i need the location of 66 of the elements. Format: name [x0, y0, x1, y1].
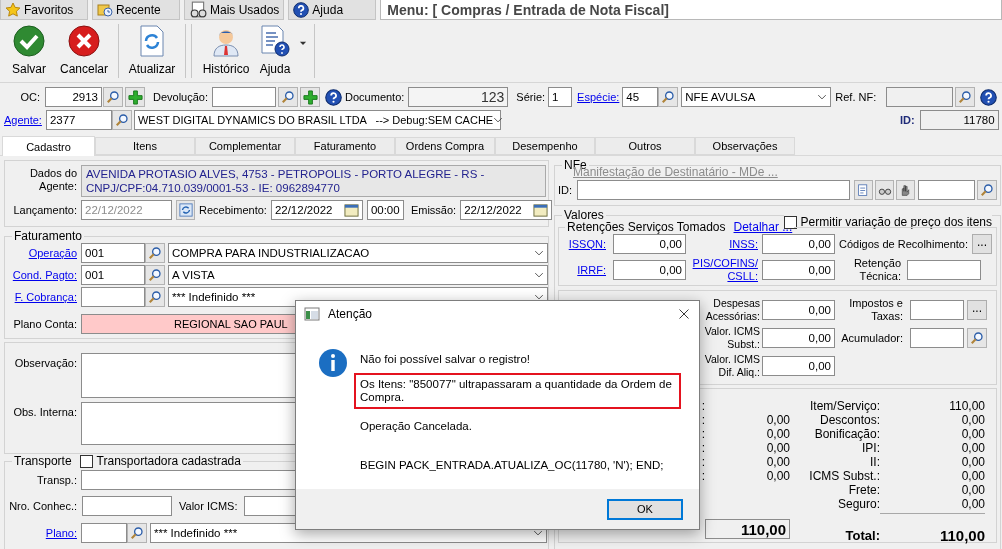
total-label: II: — [870, 455, 880, 469]
total-value: 0,00 — [766, 469, 790, 483]
field-label: Impostos e Taxas: — [848, 297, 903, 323]
field-label: Despesas Acessórias: — [704, 297, 760, 323]
total-value: 0,00 — [766, 441, 790, 455]
total-label: Total: — [845, 527, 880, 543]
field-label: Devolução: — [153, 90, 209, 104]
address-text: CNPJ/CPF:04.710.039/0001-53 - IE: 0962894770 — [86, 181, 341, 195]
field-label: Valor. ICMS Dif. Aliq.: — [703, 353, 760, 379]
total-label: : — [701, 427, 705, 441]
total-value: 0,00 — [961, 497, 985, 511]
total-label: IPI: — [862, 441, 880, 455]
total-label: Descontos: — [819, 413, 880, 427]
field-label: Códigos de Recolhimento: — [839, 237, 969, 251]
dialog-message: Os Itens: "850077" ultrapassaram a quantidade da Ordem de Compra. — [354, 373, 681, 409]
dialog-title: Atenção — [328, 307, 374, 321]
dialog-message: Não foi possível salvar o registro! — [359, 352, 532, 367]
field-label: ID: — [558, 183, 574, 197]
field-label: Ref. NF: — [835, 90, 877, 104]
total-label: : — [701, 441, 705, 455]
total-value: 110,00 — [949, 399, 985, 413]
address-text: AVENIDA PROTASIO ALVES, 4753 - PETROPOLIS - PORTO ALEGRE - RS - — [86, 167, 486, 181]
menu-title: Menu: [ Compras / Entrada de Nota Fiscal] — [380, 0, 1002, 20]
dialog-message: Operação Cancelada. — [359, 419, 473, 434]
total-value: 110,00 — [939, 526, 985, 544]
field-label: Obs. Interna: — [12, 406, 77, 419]
total-value: 0,00 — [766, 427, 790, 441]
field-label: Nro. Conhec.: — [8, 499, 77, 513]
field-label: Documento: — [345, 90, 405, 104]
total-label: ICMS Subst.: — [809, 469, 880, 483]
group-title: Faturamento — [14, 229, 83, 243]
total-value: 0,00 — [961, 413, 985, 427]
field-label: Valor ICMS: — [179, 499, 238, 513]
total-label: Seguro: — [837, 497, 880, 511]
field-label: Série: — [516, 90, 546, 104]
total-value: 0,00 — [961, 441, 985, 455]
field-label: Valor. ICMS Subst.: — [703, 325, 760, 351]
field-label: Plano Conta: — [12, 317, 77, 331]
group-title: Valores — [564, 208, 604, 222]
field-label: Retenção Técnica: — [852, 257, 901, 283]
field-label: Transp.: — [36, 473, 77, 487]
total-value: 0,00 — [961, 455, 985, 469]
total-label: Frete: — [848, 483, 880, 497]
group-title: Transporte — [14, 454, 72, 468]
total-label: : — [701, 399, 705, 413]
group-title: Retenções Serviços Tomados — [567, 220, 726, 234]
id-label: ID: — [899, 113, 915, 127]
total-label: : — [701, 455, 705, 469]
field-label: Acumulador: — [840, 331, 903, 345]
total-label: Item/Serviço: — [809, 399, 880, 413]
field-label: Dados do Agente: — [28, 167, 77, 193]
total-label: Bonificação: — [814, 427, 880, 441]
total-label: : — [701, 413, 705, 427]
total-value: 0,00 — [961, 483, 985, 497]
total-value: 0,00 — [766, 455, 790, 469]
field-label: Emissão: — [410, 203, 457, 217]
total-label: : — [701, 469, 705, 483]
field-label: Recebimento: — [199, 203, 267, 217]
dialog-message: BEGIN PACK_ENTRADA.ATUALIZA_OC(11780, 'N'); END; — [359, 458, 665, 473]
field-label: OC: — [19, 90, 40, 104]
total-value: 0,00 — [961, 469, 985, 483]
field-label: Lançamento: — [12, 203, 77, 217]
informado-field: 110,00 — [705, 519, 790, 539]
field-label: Observação: — [13, 357, 77, 370]
total-value: 0,00 — [766, 413, 790, 427]
total-value: 0,00 — [961, 427, 985, 441]
